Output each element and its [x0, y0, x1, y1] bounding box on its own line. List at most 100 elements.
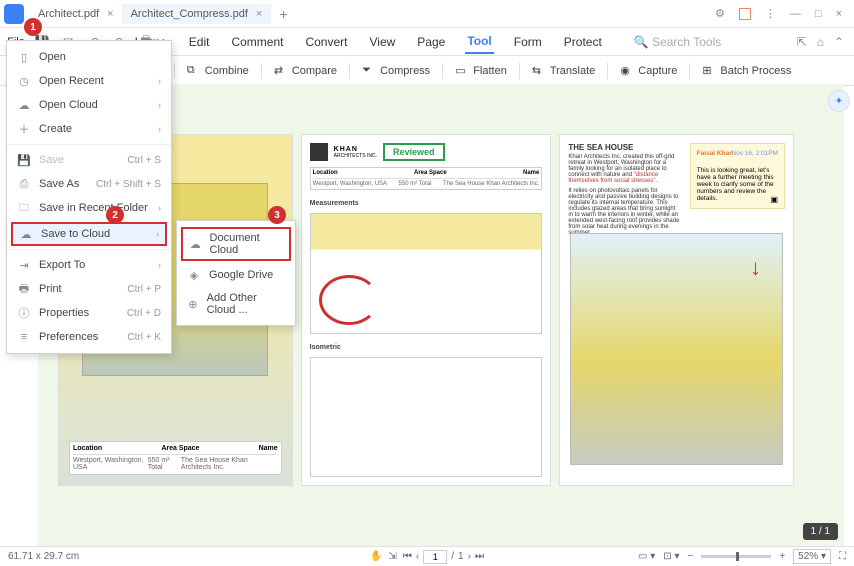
- menu-save-recent-folder[interactable]: 🗀Save in Recent Folder›: [7, 196, 171, 220]
- page-middle: KHAN ARCHITECTS INC. Reviewed Location A…: [301, 134, 552, 486]
- ribbon-compress[interactable]: ⏷Compress: [354, 61, 438, 81]
- app-logo: [4, 4, 24, 24]
- info-table: Location Area Space Name Westport, Washi…: [69, 441, 282, 475]
- menu-form[interactable]: Form: [512, 31, 544, 53]
- menu-export-to[interactable]: ⇥Export To›: [7, 253, 171, 277]
- separator: [174, 63, 175, 79]
- brand-header: KHAN ARCHITECTS INC. Reviewed: [310, 143, 543, 161]
- search-icon: 🔍: [634, 35, 649, 49]
- statusbar: 61.71 x 29.7 cm ✋ ⇲ ⏮ ‹ / 1 › ⏭ ▭ ▾ ⊡ ▾ …: [0, 546, 854, 566]
- minimize-icon[interactable]: —: [790, 8, 801, 20]
- first-page-icon[interactable]: ⏮: [403, 551, 412, 562]
- menu-properties[interactable]: ⓘPropertiesCtrl + D: [7, 301, 171, 325]
- search-tools[interactable]: 🔍 Search Tools: [634, 35, 721, 49]
- compress-icon: ⏷: [362, 64, 376, 78]
- separator: [689, 63, 690, 79]
- close-icon[interactable]: ×: [256, 8, 262, 20]
- tab-label: Architect.pdf: [38, 8, 99, 20]
- menu-tool[interactable]: Tool: [465, 30, 493, 54]
- kebab-icon[interactable]: ⋮: [765, 7, 776, 20]
- chevron-right-icon: ›: [158, 260, 161, 270]
- tab-architect-compress[interactable]: Architect_Compress.pdf ×: [123, 4, 272, 24]
- menu-view[interactable]: View: [368, 31, 398, 53]
- close-icon[interactable]: ×: [107, 8, 113, 20]
- maximize-icon[interactable]: □: [815, 8, 822, 20]
- status-center: ✋ ⇲ ⏮ ‹ / 1 › ⏭: [370, 550, 484, 564]
- menu-open-recent[interactable]: ◷Open Recent›: [7, 69, 171, 93]
- zoom-out-icon[interactable]: −: [687, 551, 693, 562]
- submenu-document-cloud[interactable]: ☁Document Cloud: [181, 227, 291, 261]
- clock-icon: ◷: [17, 74, 31, 88]
- page-total: 1: [458, 551, 464, 562]
- compare-icon: ⇄: [274, 64, 288, 78]
- fold-icon[interactable]: ▣: [770, 195, 778, 204]
- ribbon-capture[interactable]: ◉Capture: [612, 61, 685, 81]
- ai-assistant-icon[interactable]: ✦: [828, 90, 850, 112]
- menu-create[interactable]: ＋Create›: [7, 117, 171, 141]
- flatten-icon: ▭: [455, 64, 469, 78]
- sticky-date: Nov 16, 2:01PM: [731, 150, 778, 157]
- khan-logo: [310, 143, 328, 161]
- sticky-note[interactable]: Faisal Khan Nov 16, 2:01PM This is looki…: [690, 143, 785, 209]
- chevron-right-icon: ›: [158, 100, 161, 110]
- submenu-add-other-cloud[interactable]: ⊕Add Other Cloud ...: [177, 287, 295, 321]
- info-icon: ⓘ: [17, 306, 31, 320]
- menu-preferences[interactable]: ≡PreferencesCtrl + K: [7, 325, 171, 349]
- close-window-icon[interactable]: ×: [836, 8, 842, 20]
- separator: [7, 144, 171, 145]
- share-icon[interactable]: [739, 8, 751, 20]
- menu-convert[interactable]: Convert: [303, 31, 349, 53]
- chevron-up-icon[interactable]: ⌃: [834, 35, 844, 49]
- tab-architect[interactable]: Architect.pdf ×: [30, 4, 123, 24]
- sliders-icon: ≡: [17, 330, 31, 344]
- plus-cloud-icon: ⊕: [187, 297, 199, 311]
- menu-save-as[interactable]: ⎙Save AsCtrl + Shift + S: [7, 172, 171, 196]
- fit-width-icon[interactable]: ⊡ ▾: [663, 551, 679, 562]
- separator: [519, 63, 520, 79]
- saveas-icon: ⎙: [17, 177, 31, 191]
- ribbon-combine[interactable]: ⧉Combine: [179, 61, 257, 81]
- measurements-diagram: [310, 213, 543, 334]
- home-icon[interactable]: ⌂: [817, 35, 824, 49]
- submenu-google-drive[interactable]: ◈Google Drive: [177, 263, 295, 287]
- camera-icon: ◉: [620, 64, 634, 78]
- reviewed-stamp: Reviewed: [383, 143, 445, 161]
- measurements-label: Measurements: [310, 200, 543, 207]
- zoom-value[interactable]: 52% ▾: [793, 549, 831, 564]
- menu-open[interactable]: ▯Open: [7, 45, 171, 69]
- isometric-diagram: [310, 357, 543, 478]
- isometric-label: Isometric: [310, 344, 543, 351]
- menu-protect[interactable]: Protect: [562, 31, 604, 53]
- ribbon-translate[interactable]: ⇆Translate: [524, 61, 603, 81]
- ribbon-flatten[interactable]: ▭Flatten: [447, 61, 515, 81]
- hand-tool-icon[interactable]: ✋: [370, 551, 382, 562]
- last-page-icon[interactable]: ⏭: [475, 551, 484, 562]
- prev-page-icon[interactable]: ‹: [416, 551, 419, 562]
- zoom-in-icon[interactable]: +: [779, 551, 785, 562]
- page-input[interactable]: [423, 550, 447, 564]
- zoom-slider[interactable]: [701, 555, 771, 558]
- ribbon-compare[interactable]: ⇄Compare: [266, 61, 345, 81]
- menu-edit[interactable]: Edit: [187, 31, 212, 53]
- fullscreen-icon[interactable]: ⛶: [839, 551, 846, 562]
- menu-print[interactable]: 🖶PrintCtrl + P: [7, 277, 171, 301]
- chevron-right-icon: ›: [158, 76, 161, 86]
- menu-open-cloud[interactable]: ☁Open Cloud›: [7, 93, 171, 117]
- menu-page[interactable]: Page: [415, 31, 447, 53]
- titlebar: Architect.pdf × Architect_Compress.pdf ×…: [0, 0, 854, 28]
- view-mode-icon[interactable]: ▭ ▾: [638, 551, 655, 562]
- ribbon-batch[interactable]: ⊞Batch Process: [694, 61, 799, 81]
- tab-label: Architect_Compress.pdf: [131, 8, 248, 20]
- add-tab-button[interactable]: +: [271, 4, 295, 24]
- next-page-icon[interactable]: ›: [468, 551, 471, 562]
- right-sidebar: ✦: [828, 90, 854, 112]
- menu-save-to-cloud[interactable]: ☁Save to Cloud›: [11, 222, 167, 246]
- gift-icon[interactable]: ⚙: [715, 7, 725, 20]
- callout-badge-1: 1: [24, 18, 42, 36]
- separator: [607, 63, 608, 79]
- export-icon: ⇥: [17, 258, 31, 272]
- pan-tool-icon[interactable]: ⇲: [389, 551, 397, 562]
- menu-comment[interactable]: Comment: [229, 31, 285, 53]
- menu-save: 💾SaveCtrl + S: [7, 148, 171, 172]
- open-external-icon[interactable]: ⇱: [797, 35, 807, 49]
